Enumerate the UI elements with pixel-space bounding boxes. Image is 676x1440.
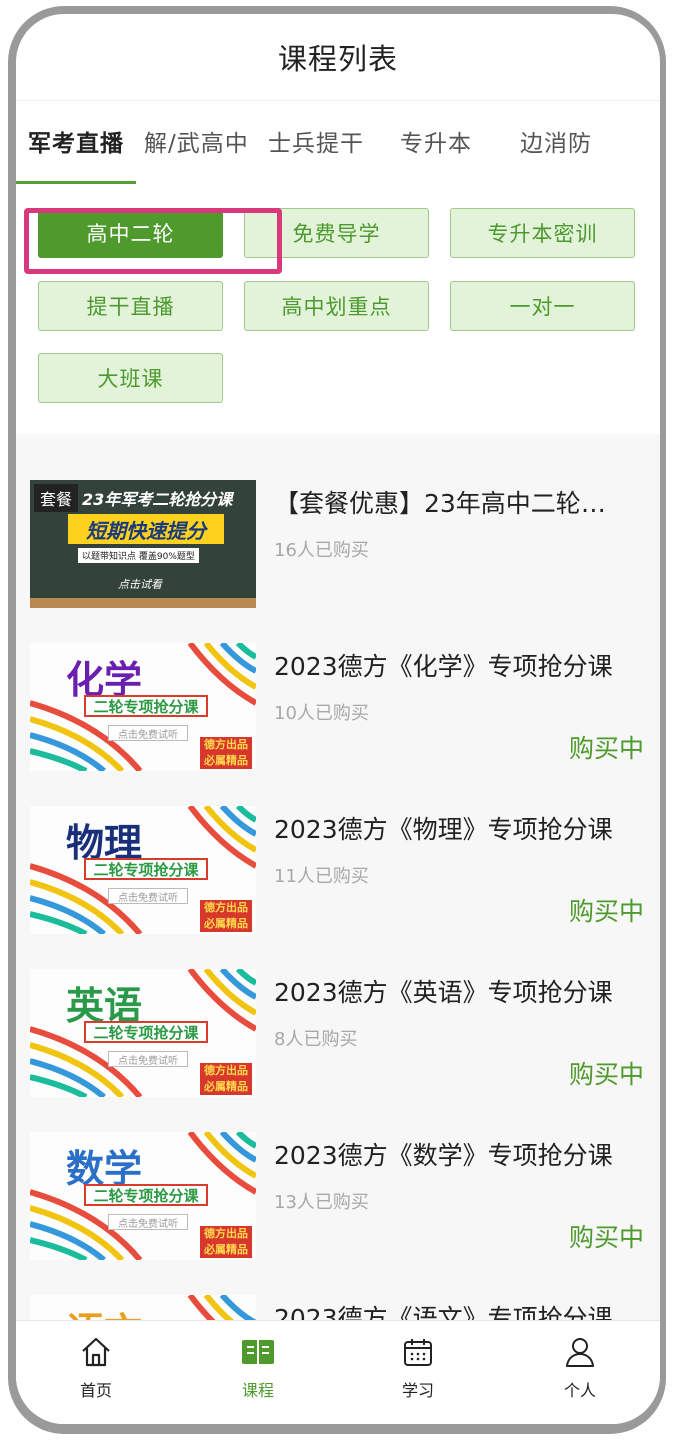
tab-soldier-promotion[interactable]: 士兵提干 — [268, 124, 364, 158]
header: 课程列表 — [16, 14, 660, 101]
thumb-trial: 点击免费试听 — [108, 725, 188, 741]
chip-upgrade-intensive[interactable]: 专升本密训 — [450, 208, 635, 258]
thumb-banner: 二轮专项抢分课 — [84, 1184, 208, 1206]
course-thumbnail: 套餐 23年军考二轮抢分课 短期快速提分 以题带知识点 覆盖90%题型 点击试看 — [30, 480, 256, 608]
thumb-trial: 点击免费试听 — [108, 888, 188, 904]
buyer-count: 10人已购买 — [274, 703, 369, 724]
nav-study[interactable]: 学习 — [368, 1335, 468, 1401]
thumb-trial: 点击免费试听 — [108, 1214, 188, 1230]
course-item[interactable]: 套餐 23年军考二轮抢分课 短期快速提分 以题带知识点 覆盖90%题型 点击试看… — [16, 480, 660, 630]
person-icon — [566, 1338, 594, 1367]
bottom-nav: 首页 课程 学习 个人 — [16, 1320, 660, 1424]
nav-profile[interactable]: 个人 — [530, 1335, 630, 1401]
thumb-badge: 德方出品 必属精品 — [200, 737, 252, 769]
course-title: 2023德方《英语》专项抢分课 — [274, 978, 613, 1007]
buyer-count: 16人已购买 — [274, 540, 369, 561]
thumb-banner: 二轮专项抢分课 — [84, 858, 208, 880]
thumb-badge: 德方出品 必属精品 — [200, 1226, 252, 1258]
home-icon — [82, 1337, 110, 1367]
thumb-sub: 以题带知识点 覆盖90%题型 — [78, 548, 199, 563]
calendar-icon — [404, 1339, 432, 1366]
buyer-count: 11人已购买 — [274, 866, 369, 887]
thumb-cta: 点击试看 — [118, 578, 162, 591]
thumb-banner: 短期快速提分 — [68, 514, 224, 544]
course-thumbnail: 语文 — [30, 1295, 256, 1320]
chip-large-class[interactable]: 大班课 — [38, 353, 223, 403]
course-list: 套餐 23年军考二轮抢分课 短期快速提分 以题带知识点 覆盖90%题型 点击试看… — [16, 434, 660, 1320]
course-title: 2023德方《物理》专项抢分课 — [274, 815, 613, 844]
package-tag: 套餐 — [34, 484, 79, 512]
course-title: 【套餐优惠】23年高中二轮… — [274, 489, 606, 518]
purchase-status[interactable]: 购买中 — [569, 729, 644, 765]
course-thumbnail: 物理 二轮专项抢分课 点击免费试听 德方出品 必属精品 — [30, 806, 256, 934]
course-title: 2023德方《数学》专项抢分课 — [274, 1141, 613, 1170]
category-tabs: 军考直播 解/武高中 士兵提干 专升本 边消防 — [16, 110, 660, 188]
chip-key-points[interactable]: 高中划重点 — [244, 281, 429, 331]
buyer-count: 13人已购买 — [274, 1192, 369, 1213]
rainbow-arcs — [187, 1295, 256, 1320]
course-item[interactable]: 数学 二轮专项抢分课 点击免费试听 德方出品 必属精品 2023德方《数学》专项抢… — [16, 1132, 660, 1282]
purchase-status[interactable]: 购买中 — [569, 1055, 644, 1091]
book-icon — [242, 1340, 274, 1364]
nav-label: 个人 — [563, 1381, 596, 1400]
tab-military-live[interactable]: 军考直播 — [28, 124, 124, 158]
tab-upgrade[interactable]: 专升本 — [400, 124, 472, 158]
tab-border-fire[interactable]: 边消防 — [520, 124, 592, 158]
screen: 课程列表 军考直播 解/武高中 士兵提干 专升本 边消防 高中二轮 免费导学 专… — [16, 14, 660, 1424]
thumb-banner: 二轮专项抢分课 — [84, 695, 208, 717]
thumb-headline: 23年军考二轮抢分课 — [82, 490, 233, 509]
chip-one-on-one[interactable]: 一对一 — [450, 281, 635, 331]
nav-label: 首页 — [79, 1381, 112, 1400]
nav-label: 课程 — [241, 1381, 274, 1400]
course-thumbnail: 化学 二轮专项抢分课 点击免费试听 德方出品 必属精品 — [30, 643, 256, 771]
course-title: 2023德方《语文》专项抢分课 — [274, 1304, 613, 1320]
thumb-banner: 二轮专项抢分课 — [84, 1021, 208, 1043]
buyer-count: 8人已购买 — [274, 1029, 358, 1050]
nav-courses[interactable]: 课程 — [208, 1335, 308, 1401]
course-item[interactable]: 语文 2023德方《语文》专项抢分课 — [16, 1295, 660, 1320]
tab-high-school[interactable]: 解/武高中 — [144, 124, 249, 158]
course-thumbnail: 英语 二轮专项抢分课 点击免费试听 德方出品 必属精品 — [30, 969, 256, 1097]
nav-home[interactable]: 首页 — [46, 1335, 146, 1401]
course-title: 2023德方《化学》专项抢分课 — [274, 652, 613, 681]
active-tab-indicator — [16, 181, 136, 184]
course-thumbnail: 数学 二轮专项抢分课 点击免费试听 德方出品 必属精品 — [30, 1132, 256, 1260]
thumb-subject: 语文 — [66, 1301, 142, 1320]
selection-highlight — [24, 208, 282, 274]
purchase-status[interactable]: 购买中 — [569, 1218, 644, 1254]
thumb-badge: 德方出品 必属精品 — [200, 900, 252, 932]
thumb-trial: 点击免费试听 — [108, 1051, 188, 1067]
thumb-badge: 德方出品 必属精品 — [200, 1063, 252, 1095]
nav-label: 学习 — [401, 1381, 434, 1400]
chip-promotion-live[interactable]: 提干直播 — [38, 281, 223, 331]
page-title: 课程列表 — [277, 42, 398, 76]
purchase-status[interactable]: 购买中 — [569, 892, 644, 928]
course-item[interactable]: 英语 二轮专项抢分课 点击免费试听 德方出品 必属精品 2023德方《英语》专项抢… — [16, 969, 660, 1119]
course-item[interactable]: 化学 二轮专项抢分课 点击免费试听 德方出品 必属精品 2023德方《化学》专项抢… — [16, 643, 660, 793]
course-item[interactable]: 物理 二轮专项抢分课 点击免费试听 德方出品 必属精品 2023德方《物理》专项抢… — [16, 806, 660, 956]
